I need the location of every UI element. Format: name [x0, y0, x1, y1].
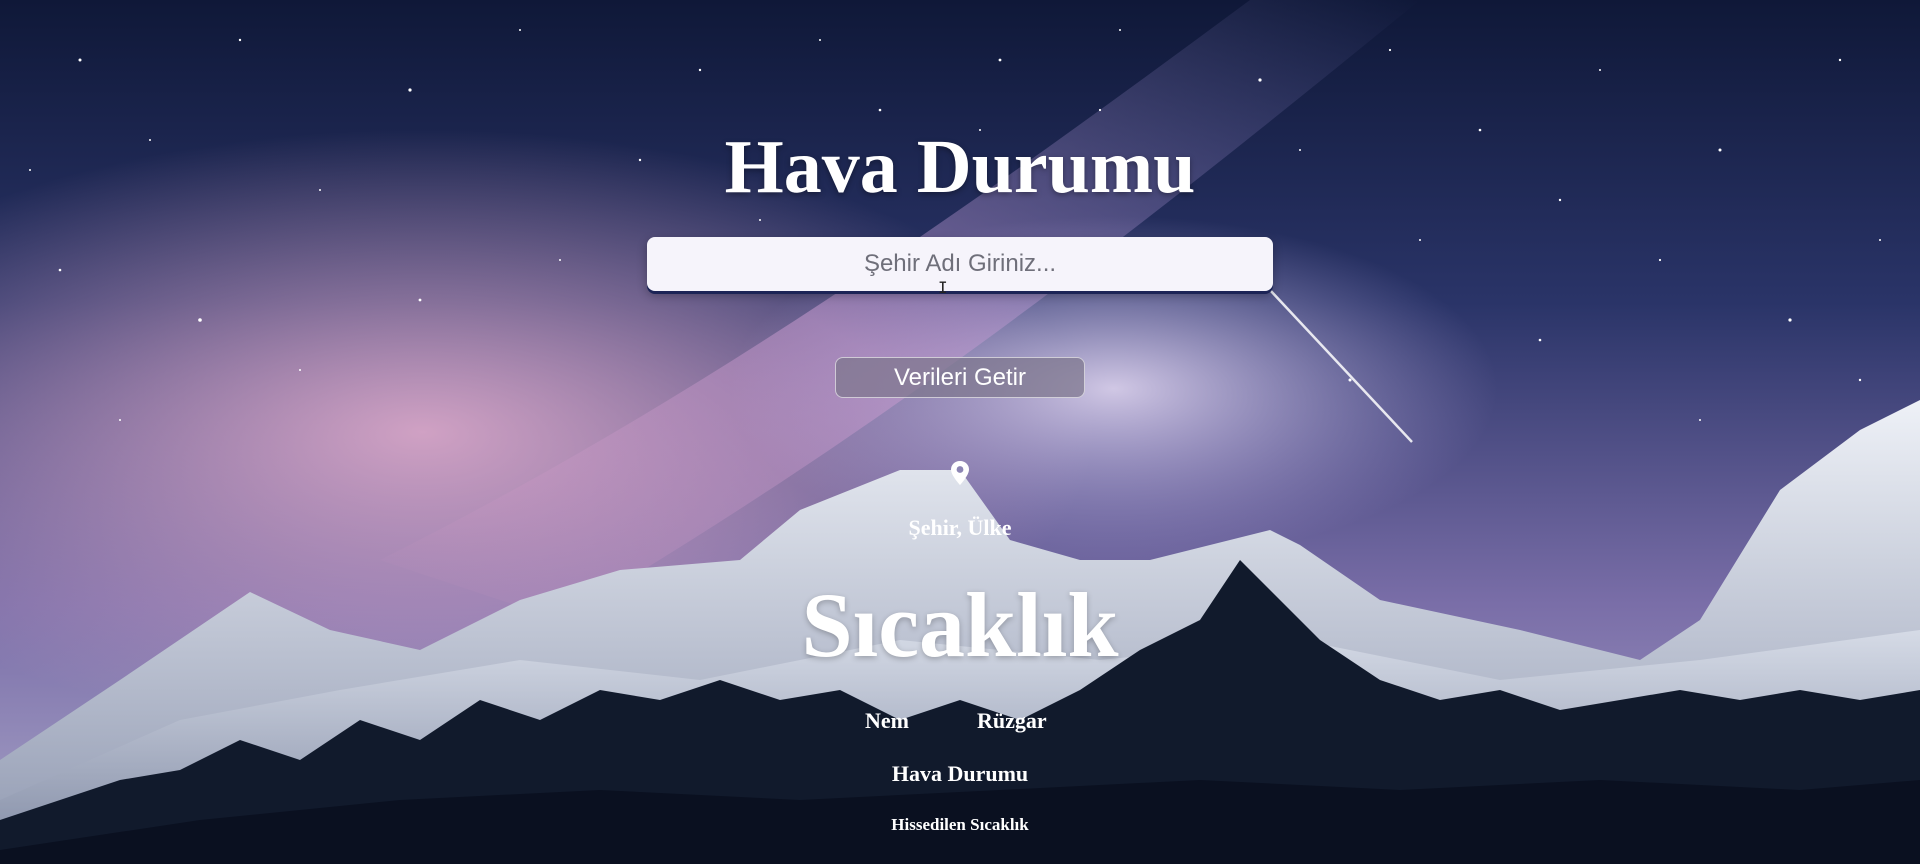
feels-like-text: Hissedilen Sıcaklık [891, 815, 1029, 834]
weather-app: Hava Durumu I Verileri Getir Şehir, Ülke… [0, 0, 1920, 864]
wind-text: Rüzgar [977, 708, 1047, 733]
city-search-input[interactable] [647, 237, 1273, 291]
text-cursor-icon: I [938, 278, 948, 297]
temperature-text: Sıcaklık [801, 574, 1119, 676]
map-pin-icon [951, 461, 969, 485]
location-text: Şehir, Ülke [908, 515, 1012, 540]
fetch-weather-button[interactable]: Verileri Getir [835, 357, 1085, 398]
weather-condition-text: Hava Durumu [891, 761, 1029, 786]
humidity-text: Nem [865, 708, 909, 733]
page-title: Hava Durumu [724, 125, 1196, 209]
